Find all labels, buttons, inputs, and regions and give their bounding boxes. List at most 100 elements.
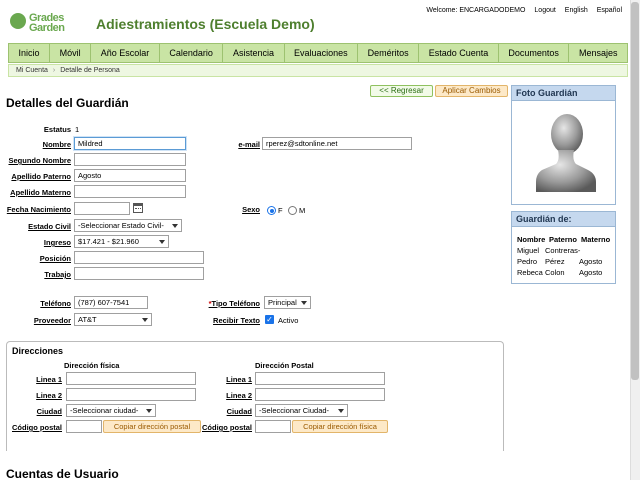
email-input[interactable]: rperez@sdtonline.net [262,137,412,150]
nav-inicio[interactable]: Inicio [9,44,51,62]
table-cell[interactable]: Pedro [517,257,537,266]
table-cell: Colon [545,268,565,277]
direccion-fisica-header: Dirección física [64,361,120,370]
nombre-input[interactable]: Mildred [74,137,186,150]
linea2-fisica-label: Linea 2 [36,391,62,400]
ingreso-label: Ingreso [43,238,71,247]
grades-garden-logo[interactable]: Grades Garden [10,12,88,34]
sexo-m-radio[interactable] [288,206,297,215]
breadcrumb: Mi Cuenta › Detalle de Persona [8,64,628,77]
table-cell[interactable]: Miguel [517,246,539,255]
segundo-nombre-input[interactable] [74,153,186,166]
copy-fisica-button[interactable]: Copiar dirección física [292,420,388,433]
direccion-postal-header: Dirección Postal [255,361,314,370]
proveedor-label: Proveedor [33,316,71,325]
linea1-fisica-input[interactable] [66,372,196,385]
col-header-paterno: Paterno [549,235,577,244]
trabajo-input[interactable] [74,267,204,280]
tipo-telefono-text: Tipo Teléfono [211,299,260,308]
page-title: Detalles del Guardián [6,96,129,110]
table-cell: Agosto [579,268,603,277]
ingreso-select[interactable]: $17.421 - $21.960 [74,235,169,248]
col-header-materno: Materno [581,235,611,244]
copy-postal-button[interactable]: Copiar dirección postal [103,420,201,433]
foto-guardian-panel: Foto Guardián [511,85,616,205]
table-cell: Agosto [579,257,603,266]
tipo-telefono-select[interactable]: Principal [264,296,311,309]
english-link[interactable]: English [565,7,588,14]
nav-movil[interactable]: Móvil [50,44,92,62]
email-label: e-mail [238,140,260,149]
nav-mensajes[interactable]: Mensajes [569,44,627,62]
sexo-label: Sexo [242,205,260,214]
guardian-de-title: Guardián de: [512,212,615,227]
linea1-postal-input[interactable] [255,372,385,385]
col-header-nombre: Nombre [517,235,546,244]
logout-link[interactable]: Logout [534,7,555,14]
table-cell: Contreras- [545,246,581,255]
page-scrollbar[interactable] [630,0,640,480]
linea2-postal-label: Linea 2 [226,391,252,400]
estatus-label: Estatus [43,125,71,134]
estado-civil-label: Estado Civil [28,222,71,231]
posicion-label: Posición [39,254,71,263]
ciudad-fisica-select[interactable]: -Seleccionar ciudad- [66,404,156,417]
nav-evaluaciones[interactable]: Evaluaciones [285,44,359,62]
apellido-materno-input[interactable] [74,185,186,198]
fecha-nacimiento-input[interactable] [74,202,130,215]
direcciones-title: Direcciones [12,346,64,356]
breadcrumb-mi-cuenta[interactable]: Mi Cuenta [16,67,48,74]
person-silhouette-icon[interactable] [534,108,596,192]
sexo-m-label: M [299,206,306,215]
telefono-input[interactable]: (787) 607-7541 [74,296,148,309]
welcome-text: Welcome: ENCARGADODEMO [426,7,526,14]
sexo-f-label: F [278,206,283,215]
guardian-de-panel: Guardián de: Nombre Paterno Materno Migu… [511,211,616,284]
codigo-fisica-label: Código postal [12,423,62,432]
linea2-postal-input[interactable] [255,388,385,401]
posicion-input[interactable] [74,251,204,264]
ciudad-postal-select[interactable]: -Seleccionar Ciudad- [255,404,348,417]
apply-changes-button[interactable]: Aplicar Cambios [435,85,508,97]
breadcrumb-separator-icon: › [52,67,56,74]
codigo-postal-input[interactable] [255,420,291,433]
codigo-fisica-input[interactable] [66,420,102,433]
table-cell: Pérez [545,257,565,266]
tipo-telefono-label: *Tipo Teléfono [209,299,260,308]
espanol-link[interactable]: Español [597,7,622,14]
recibir-texto-label: Recibir Texto [213,316,260,325]
apellido-materno-label: Apellido Materno [10,188,71,197]
sexo-f-radio[interactable] [267,206,276,215]
nav-estado-cuenta[interactable]: Estado Cuenta [419,44,499,62]
foto-guardian-title: Foto Guardián [512,86,615,101]
logo-emblem-icon [10,13,26,29]
top-links: Welcome: ENCARGADODEMO Logout English Es… [419,7,622,14]
app-title: Adiestramientos (Escuela Demo) [96,16,315,32]
nav-demeritos[interactable]: Deméritos [358,44,420,62]
proveedor-select[interactable]: AT&T [74,313,152,326]
nombre-label: Nombre [42,140,71,149]
nav-asistencia[interactable]: Asistencia [223,44,285,62]
linea2-fisica-input[interactable] [66,388,196,401]
nav-documentos[interactable]: Documentos [499,44,570,62]
linea1-postal-label: Linea 1 [226,375,252,384]
table-cell[interactable]: Rebeca [517,268,543,277]
nav-calendario[interactable]: Calendario [160,44,224,62]
back-button[interactable]: << Regresar [370,85,433,97]
codigo-postal-label: Código postal [202,423,252,432]
segundo-nombre-label: Segundo Nombre [8,156,71,165]
estatus-value: 1 [75,125,80,134]
estado-civil-select[interactable]: -Seleccionar Estado Civil- [74,219,182,232]
recibir-texto-value: Activo [278,316,299,325]
scrollbar-thumb[interactable] [631,2,639,380]
main-nav: Inicio Móvil Año Escolar Calendario Asis… [8,43,628,63]
telefono-label: Teléfono [40,299,71,308]
logo-line2: Garden [29,22,65,34]
linea1-fisica-label: Linea 1 [36,375,62,384]
nav-ano-escolar[interactable]: Año Escolar [91,44,160,62]
ciudad-fisica-label: Ciudad [36,407,62,416]
apellido-paterno-input[interactable]: Agosto [74,169,186,182]
recibir-texto-checkbox[interactable]: ✓ [265,315,274,324]
apellido-paterno-label: Apellido Paterno [11,172,71,181]
calendar-icon[interactable] [133,203,143,213]
